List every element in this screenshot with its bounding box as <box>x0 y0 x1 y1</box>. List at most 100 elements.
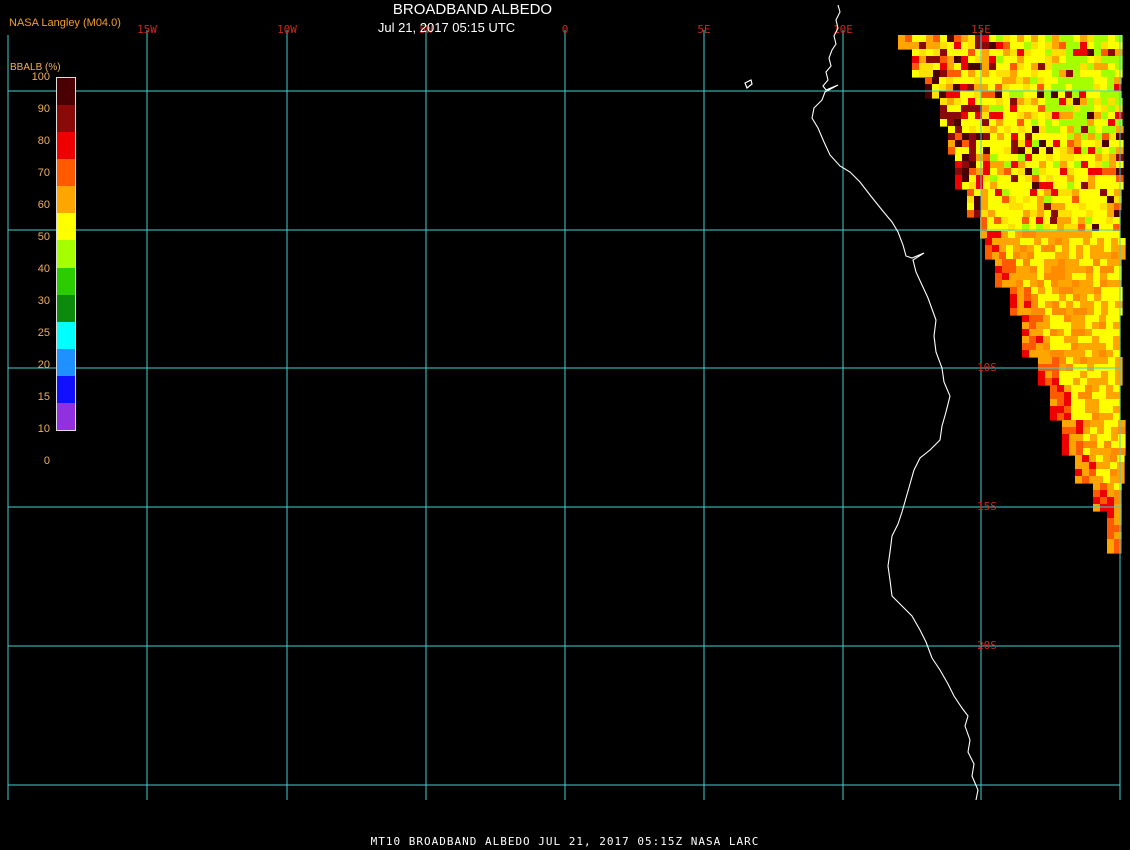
albedo-pixel <box>992 245 1000 253</box>
albedo-pixel <box>1023 280 1031 288</box>
albedo-pixel <box>926 63 934 71</box>
albedo-pixel <box>1010 42 1018 50</box>
albedo-pixel <box>1106 413 1114 421</box>
albedo-pixel <box>1101 287 1109 295</box>
albedo-pixel <box>1066 378 1074 386</box>
albedo-pixel <box>1045 301 1053 309</box>
albedo-pixel <box>1058 196 1066 204</box>
albedo-pixel <box>968 112 976 120</box>
albedo-pixel <box>948 126 956 134</box>
albedo-pixel <box>1079 266 1087 274</box>
albedo-pixel <box>983 140 991 148</box>
albedo-pixel <box>962 126 970 134</box>
albedo-pixel <box>1011 133 1019 141</box>
albedo-pixel <box>1085 336 1093 344</box>
albedo-pixel <box>1045 378 1053 386</box>
albedo-pixel <box>1110 476 1118 484</box>
albedo-pixel <box>1038 371 1046 379</box>
albedo-pixel <box>997 175 1005 183</box>
albedo-pixel <box>1038 98 1046 106</box>
albedo-pixel <box>1023 259 1031 267</box>
albedo-pixel <box>1100 210 1108 218</box>
albedo-pixel <box>1044 266 1052 274</box>
albedo-pixel <box>1064 399 1072 407</box>
legend-swatch <box>57 321 75 350</box>
albedo-pixel <box>983 175 991 183</box>
albedo-pixel <box>1093 77 1101 85</box>
albedo-pixel <box>997 140 1005 148</box>
albedo-pixel <box>1099 350 1107 358</box>
albedo-pixel <box>1032 126 1040 134</box>
albedo-pixel <box>1064 343 1072 351</box>
albedo-pixel <box>1065 266 1073 274</box>
albedo-pixel <box>1113 315 1121 323</box>
albedo-pixel <box>1073 35 1081 43</box>
albedo-pixel <box>1083 252 1091 260</box>
albedo-pixel <box>962 133 970 141</box>
albedo-pixel <box>940 63 948 71</box>
albedo-pixel <box>898 35 906 43</box>
albedo-pixel <box>1046 126 1054 134</box>
albedo-pixel <box>1031 308 1039 316</box>
albedo-pixel <box>974 196 982 204</box>
albedo-pixel <box>1102 154 1110 162</box>
albedo-pixel <box>983 168 991 176</box>
albedo-pixel <box>1079 196 1087 204</box>
albedo-pixel <box>1023 266 1031 274</box>
albedo-pixel <box>1003 56 1011 64</box>
albedo-pixel <box>982 49 990 57</box>
albedo-pixel <box>1086 84 1094 92</box>
albedo-pixel <box>999 252 1007 260</box>
albedo-pixel <box>1008 217 1016 225</box>
albedo-pixel <box>1072 266 1080 274</box>
albedo-pixel <box>1076 245 1084 253</box>
albedo-pixel <box>1071 350 1079 358</box>
albedo-pixel <box>1031 287 1039 295</box>
albedo-pixel <box>1085 315 1093 323</box>
albedo-pixel <box>1039 147 1047 155</box>
albedo-pixel <box>1100 280 1108 288</box>
albedo-pixel <box>1064 231 1072 239</box>
albedo-pixel <box>981 210 989 218</box>
albedo-pixel <box>1029 231 1037 239</box>
albedo-pixel <box>1032 133 1040 141</box>
albedo-pixel <box>1025 154 1033 162</box>
albedo-pixel <box>1082 469 1090 477</box>
albedo-pixel <box>1018 168 1026 176</box>
albedo-pixel <box>1113 322 1121 330</box>
albedo-pixel <box>1092 392 1100 400</box>
albedo-pixel <box>988 189 996 197</box>
albedo-pixel <box>1094 112 1102 120</box>
albedo-pixel <box>1062 434 1070 442</box>
albedo-pixel <box>1051 91 1059 99</box>
albedo-pixel <box>1059 357 1067 365</box>
albedo-pixel <box>1080 301 1088 309</box>
legend-tick-label: 10 <box>37 423 50 435</box>
albedo-pixel <box>1038 70 1046 78</box>
albedo-pixel <box>1069 448 1077 456</box>
albedo-pixel <box>912 42 920 50</box>
albedo-pixel <box>1022 336 1030 344</box>
albedo-pixel <box>1076 448 1084 456</box>
albedo-pixel <box>919 63 927 71</box>
albedo-pixel <box>1107 546 1115 554</box>
albedo-pixel <box>954 70 962 78</box>
albedo-pixel <box>1045 56 1053 64</box>
albedo-pixel <box>1107 525 1115 533</box>
albedo-pixel <box>1003 49 1011 57</box>
albedo-pixel <box>1083 448 1091 456</box>
albedo-pixel <box>1016 189 1024 197</box>
albedo-pixel <box>1103 469 1111 477</box>
albedo-pixel <box>1100 77 1108 85</box>
albedo-pixel <box>1024 294 1032 302</box>
albedo-pixel <box>1009 203 1017 211</box>
albedo-pixel <box>919 56 927 64</box>
albedo-pixel <box>962 154 970 162</box>
albedo-pixel <box>976 182 984 190</box>
albedo-pixel <box>1006 252 1014 260</box>
albedo-pixel <box>953 84 961 92</box>
albedo-pixel <box>961 56 969 64</box>
albedo-pixel <box>1064 406 1072 414</box>
albedo-pixel <box>1038 119 1046 127</box>
albedo-pixel <box>1030 189 1038 197</box>
